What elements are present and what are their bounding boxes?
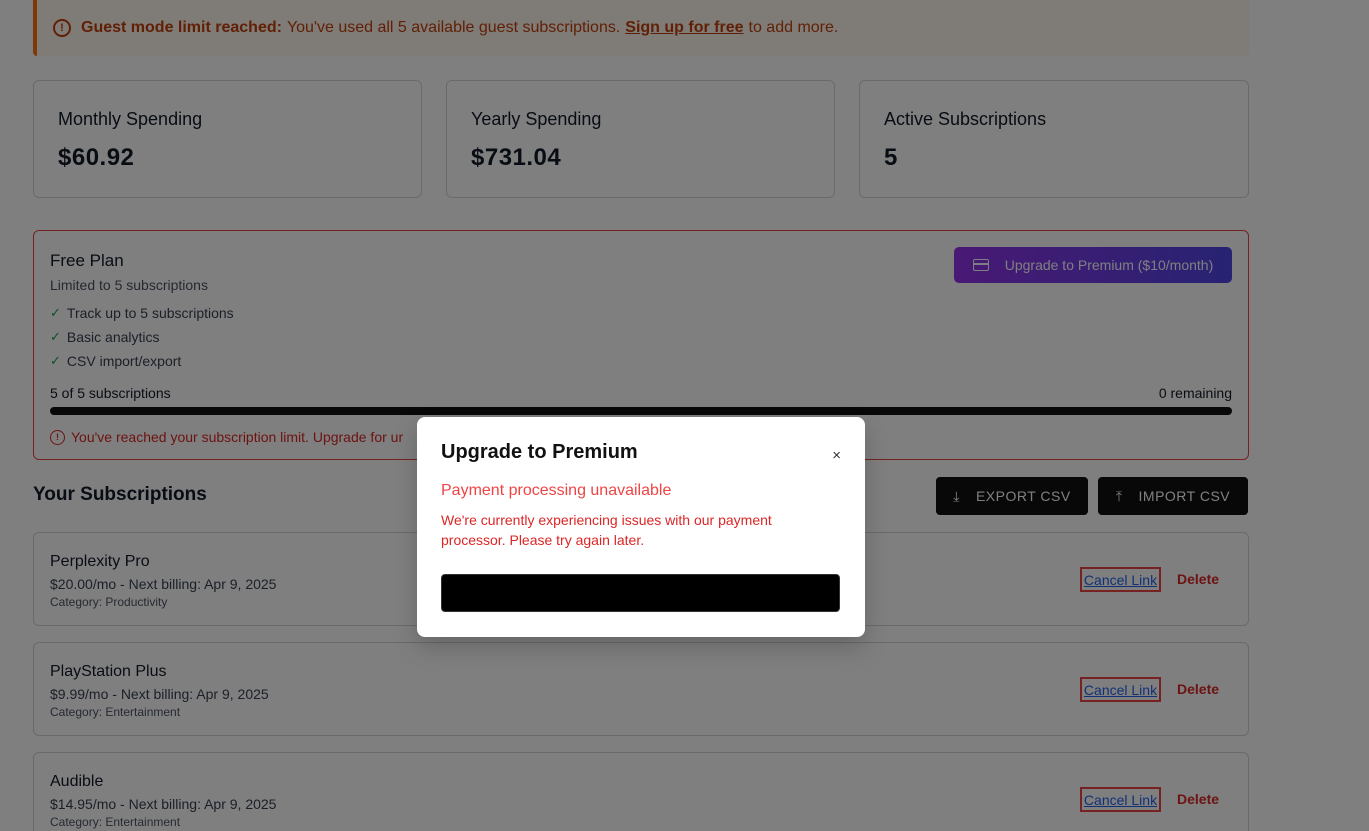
modal-title: Upgrade to Premium [441, 441, 638, 463]
payment-element[interactable] [441, 574, 840, 612]
modal-overlay[interactable] [0, 0, 1369, 831]
page: ! Guest mode limit reached: You've used … [0, 0, 1369, 831]
upgrade-modal: Upgrade to Premium × Payment processing … [417, 417, 865, 637]
error-message: We're currently experiencing issues with… [441, 512, 772, 548]
close-icon[interactable]: × [832, 447, 841, 464]
error-title: Payment processing unavailable [441, 482, 672, 499]
